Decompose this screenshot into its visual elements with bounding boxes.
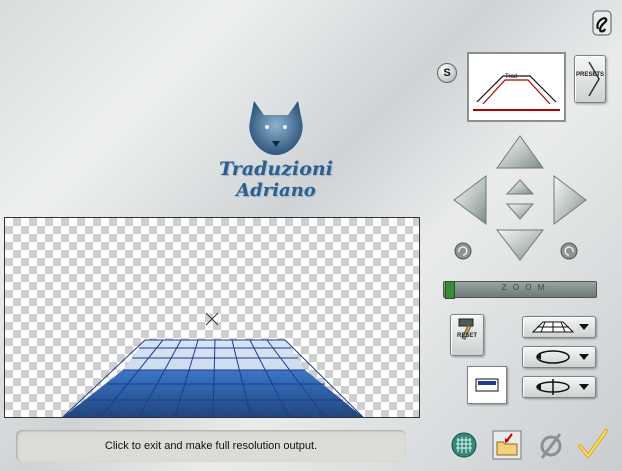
- center-target-icon[interactable]: [205, 312, 219, 326]
- chevron-down-icon: [579, 354, 589, 360]
- rotate-left-icon: [454, 242, 472, 260]
- preview-thumb-text: Trad: [505, 74, 517, 80]
- reset-button[interactable]: RESET: [450, 314, 484, 356]
- window-bar-icon: [475, 378, 499, 392]
- small-arrow-down-button[interactable]: [505, 203, 535, 220]
- s-badge-button[interactable]: S: [437, 63, 457, 83]
- chevron-right-icon: [588, 61, 600, 97]
- cancel-button[interactable]: [538, 432, 564, 460]
- zoom-slider[interactable]: Z O O M: [443, 281, 597, 299]
- rotate-right-button[interactable]: [560, 242, 578, 260]
- arrow-left-button[interactable]: [453, 175, 487, 225]
- perspective-mode-dropdown[interactable]: [522, 316, 596, 338]
- flash-logo-icon: [592, 10, 612, 36]
- preview-perspective-icon: Trad: [473, 58, 560, 116]
- preset-preview-thumbnail[interactable]: Trad: [467, 52, 566, 122]
- grid-toggle-button[interactable]: [451, 432, 477, 458]
- zoom-label: Z O O M: [501, 283, 547, 292]
- watermark-line2: Adriano: [236, 180, 316, 201]
- s-badge-label: S: [443, 67, 451, 79]
- folder-import-icon: [492, 430, 522, 460]
- app-icon[interactable]: [592, 10, 612, 36]
- zoom-slider-handle[interactable]: [445, 281, 455, 299]
- arrow-down-button[interactable]: [495, 229, 545, 261]
- checkmark-icon: [578, 429, 608, 458]
- wolf-head-icon: [249, 101, 303, 155]
- rotate-left-button[interactable]: [454, 242, 472, 260]
- ok-button[interactable]: [576, 428, 610, 462]
- status-bar[interactable]: Click to exit and make full resolution o…: [16, 430, 406, 462]
- arrow-right-button[interactable]: [553, 175, 587, 225]
- rotate-loop-icon: [536, 350, 589, 364]
- grid-globe-icon: [451, 432, 477, 458]
- arrow-up-button[interactable]: [496, 135, 544, 169]
- null-cancel-icon: [540, 433, 562, 459]
- display-mode-button[interactable]: [467, 366, 507, 404]
- chevron-down-icon: [579, 384, 589, 390]
- perspective-floor-preview: [62, 312, 364, 417]
- chevron-down-icon: [579, 324, 589, 330]
- status-message: Click to exit and make full resolution o…: [104, 440, 318, 452]
- flip-mode-dropdown[interactable]: [522, 376, 596, 398]
- open-folder-button[interactable]: [492, 430, 522, 460]
- small-arrow-up-button[interactable]: [505, 179, 535, 195]
- watermark-line1: Traduzioni: [219, 158, 333, 180]
- watermark-logo: Traduzioni Adriano: [206, 95, 346, 205]
- rotation-mode-dropdown[interactable]: [522, 346, 596, 368]
- flip-axis-icon: [536, 379, 589, 395]
- preview-canvas[interactable]: [4, 217, 420, 418]
- rotate-right-icon: [560, 242, 578, 260]
- reset-label: RESET: [456, 333, 477, 339]
- grid-plane-icon: [531, 321, 589, 333]
- presets-button[interactable]: PRESETS: [574, 55, 606, 103]
